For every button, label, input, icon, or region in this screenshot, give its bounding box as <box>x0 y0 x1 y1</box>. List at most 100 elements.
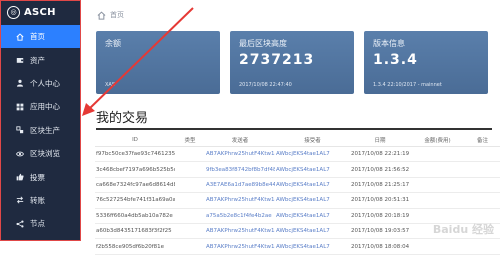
tx-amount <box>410 146 465 163</box>
column-header-receiver: 接受者 <box>275 134 350 147</box>
sidebar-item-label: 转账 <box>30 195 45 205</box>
person-icon <box>16 79 24 88</box>
tx-type <box>175 146 205 163</box>
share-icon <box>16 220 24 228</box>
sidebar-item-block-explorer[interactable]: 区块浏览 <box>1 142 80 165</box>
tx-type <box>175 161 205 178</box>
tx-receiver[interactable]: AWbcjEKS4tae1AL7 <box>275 192 350 209</box>
sidebar-item-label: 应用中心 <box>30 102 60 112</box>
tx-sender[interactable]: A3E7AE6a1d7ae89b8e44f5 <box>205 177 275 194</box>
column-header-amount: 金额(费用) <box>410 134 465 147</box>
tx-id[interactable]: a60b3d8435171683f3f2f25 <box>95 223 175 240</box>
transactions-title: 我的交易 <box>96 111 149 126</box>
sidebar-item-nodes[interactable]: 节点 <box>1 212 80 235</box>
home-icon <box>97 10 106 20</box>
sidebar-item-transfer[interactable]: 转账 <box>1 189 80 212</box>
column-header-type: 类型 <box>175 134 205 147</box>
summary-cards: 余额 XAS 最后区块高度 2737213 2017/10/08 22:47:4… <box>96 31 488 94</box>
tx-note <box>465 161 500 178</box>
tx-sender[interactable]: AB7AKPhrw25hutF4Ktw1aa1 <box>205 223 275 240</box>
table-row[interactable]: f2b558ce905df6b20f81e AB7AKPhrw25hutF4Kt… <box>95 238 500 255</box>
sidebar-item-block-production[interactable]: 区块生产 <box>1 119 80 142</box>
tx-id[interactable]: 3c468cbef7197a696b525b5dac <box>95 161 175 178</box>
breadcrumb-home[interactable]: 首页 <box>110 10 124 20</box>
tx-note <box>465 192 500 209</box>
sidebar-item-vote[interactable]: 投票 <box>1 165 80 188</box>
card-label: 最后区块高度 <box>239 39 287 48</box>
logo-icon: ◎ <box>7 5 20 19</box>
table-header-row: ID 类型 发送者 接受者 日期 金额(费用) 备注 <box>95 134 500 147</box>
card-label: 余额 <box>105 39 121 48</box>
wallet-icon <box>16 56 24 64</box>
tx-sender[interactable]: 9fb3ea83f8742bf8b7df48 <box>205 161 275 178</box>
tx-id[interactable]: f2b558ce905df6b20f81e <box>95 238 175 255</box>
tx-date: 2017/10/08 22:21:19 <box>350 146 410 163</box>
sidebar-item-label: 投票 <box>30 172 45 182</box>
main-content: 首页 余额 XAS 最后区块高度 2737213 2017/10/08 22:4… <box>81 0 500 255</box>
card-value: 2737213 <box>239 52 315 68</box>
sidebar-item-assets[interactable]: 资产 <box>1 48 80 71</box>
tx-sender[interactable]: AB7AKPhrw25hutF4Ktw1aa1 <box>205 146 275 163</box>
tx-receiver[interactable]: AWbcjEKS4tae1AL7 <box>275 146 350 163</box>
table-row[interactable]: 3c468cbef7197a696b525b5dac 9fb3ea83f8742… <box>95 161 500 178</box>
tx-receiver[interactable]: AWbcjEKS4tae1AL7 <box>275 208 350 224</box>
apps-icon <box>16 103 24 111</box>
tx-sender[interactable]: a75a5b2e8c1f4fe4b2ae <box>205 208 275 224</box>
sidebar: ◎ ASCH 首页 资产 个人中心 应用中心 区块生产 区块浏览 投票 转账 节… <box>0 0 81 241</box>
tx-date: 2017/10/08 18:08:04 <box>350 238 410 255</box>
tx-amount <box>410 177 465 194</box>
card-label: 版本信息 <box>373 39 405 48</box>
tx-id[interactable]: ca668e7324fc97ae6d8614d8 <box>95 177 175 194</box>
column-header-id: ID <box>95 134 175 147</box>
column-header-date: 日期 <box>350 134 410 147</box>
column-header-sender: 发送者 <box>205 134 275 147</box>
tx-receiver[interactable]: AWbcjEKS4tae1AL7 <box>275 238 350 255</box>
block-height-card: 最后区块高度 2737213 2017/10/08 22:47:40 <box>230 31 354 94</box>
tx-id[interactable]: f97bc50ce37fae93c7461235906 <box>95 146 175 163</box>
tx-type <box>175 192 205 209</box>
tx-type <box>175 223 205 240</box>
tx-type <box>175 208 205 224</box>
transfer-icon <box>16 196 24 204</box>
tx-date: 2017/10/08 19:03:57 <box>350 223 410 240</box>
table-row[interactable]: 76c527254bfe741f31a69a0a AB7AKPhrw25hutF… <box>95 192 500 209</box>
sidebar-item-label: 首页 <box>30 32 45 42</box>
sidebar-item-label: 个人中心 <box>30 78 60 88</box>
logo: ◎ ASCH <box>7 5 56 19</box>
tx-amount <box>410 238 465 255</box>
table-row[interactable]: f97bc50ce37fae93c7461235906 AB7AKPhrw25h… <box>95 146 500 163</box>
logo-text: ASCH <box>24 6 56 18</box>
tx-receiver[interactable]: AWbcjEKS4tae1AL7 <box>275 177 350 194</box>
tx-date: 2017/10/08 21:56:52 <box>350 161 410 178</box>
card-value: 1.3.4 <box>373 52 418 68</box>
tx-receiver[interactable]: AWbcjEKS4tae1AL7 <box>275 223 350 240</box>
card-foot: 2017/10/08 22:47:40 <box>239 82 292 88</box>
tx-sender[interactable]: AB7AKPhrw25hutF4Ktw1aa1 <box>205 238 275 255</box>
sidebar-item-profile[interactable]: 个人中心 <box>1 72 80 95</box>
tx-note <box>465 146 500 163</box>
tx-id[interactable]: 76c527254bfe741f31a69a0a <box>95 192 175 209</box>
version-card: 版本信息 1.3.4 1.3.4 22:10/2017 - mainnet <box>364 31 488 94</box>
eye-icon <box>16 150 24 158</box>
watermark: Baidu 经验 <box>432 223 494 236</box>
thumbs-up-icon <box>16 173 24 181</box>
sidebar-item-apps[interactable]: 应用中心 <box>1 95 80 118</box>
column-header-note: 备注 <box>465 134 500 147</box>
sidebar-item-label: 区块浏览 <box>30 149 60 159</box>
sidebar-item-label: 区块生产 <box>30 125 60 135</box>
tx-receiver[interactable]: AWbcjEKS4tae1AL7 <box>275 161 350 178</box>
home-icon <box>16 33 24 41</box>
tx-id[interactable]: 5336ff660a4db5ab10a782e <box>95 208 175 224</box>
sidebar-nav: 首页 资产 个人中心 应用中心 区块生产 区块浏览 投票 转账 节点 <box>1 25 80 236</box>
card-foot: 1.3.4 22:10/2017 - mainnet <box>373 82 442 88</box>
tx-amount <box>410 161 465 178</box>
tx-note <box>465 238 500 255</box>
tx-date: 2017/10/08 21:25:17 <box>350 177 410 194</box>
sidebar-item-home[interactable]: 首页 <box>1 25 80 49</box>
tx-note <box>465 177 500 194</box>
tx-sender[interactable]: AB7AKPhrw25hutF4Ktw1aa1 <box>205 192 275 209</box>
sidebar-item-label: 节点 <box>30 219 45 229</box>
table-row[interactable]: ca668e7324fc97ae6d8614d8 A3E7AE6a1d7ae89… <box>95 177 500 194</box>
sidebar-item-label: 资产 <box>30 55 45 65</box>
tx-date: 2017/10/08 20:51:31 <box>350 192 410 209</box>
